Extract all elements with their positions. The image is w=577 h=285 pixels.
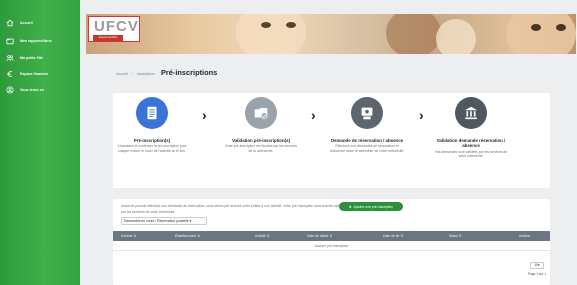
step-title: Validation demande réservation / absence [436,138,506,149]
breadcrumb: Accueil › Inscriptions Pré-inscriptions [116,68,218,77]
sidebar-item-finance[interactable]: Espace financier [6,68,49,80]
sidebar-item-reports[interactable]: Mes rapports/liens [6,35,52,47]
user-circle-icon [6,86,14,94]
euro-icon [6,70,14,78]
column-header[interactable]: Activité ⇅ [255,231,270,241]
intro-text: Avant de pouvoir effectuer une demande d… [121,204,345,214]
chevron-right-icon: › [419,107,424,123]
document-icon [136,97,168,129]
calendar-person-icon [351,97,383,129]
chevron-down-icon: ▾ [189,219,192,223]
page-title: Pré-inscriptions [160,68,218,77]
step-reservation-request: Demande de réservation / absence Effectu… [329,97,405,154]
pagination-info: Page 1 sur 1 [527,272,546,276]
step-title: Validation pré-inscription(s) [231,138,291,143]
step-description: Votre pré-inscription est étudiée par le… [224,144,298,153]
table-header: Enfants ⇅ Établissement ⇅ Activité ⇅ Dat… [113,231,550,241]
breadcrumb-home[interactable]: Accueil [116,72,128,76]
sidebar-item-family[interactable]: Ma petite fille [6,52,43,64]
step-description: Effectuez vos demandes de réservation et… [329,144,405,153]
column-header[interactable]: Date de fin ⇅ [383,231,403,241]
folder-check-icon [245,97,277,129]
breadcrumb-section[interactable]: Inscriptions [137,72,155,76]
people-icon [6,54,14,62]
preinscriptions-card: Avant de pouvoir effectuer une demande d… [113,199,550,285]
step-title: Pré-inscription(s) [133,138,171,143]
step-preinscription: Pré-inscription(s) Choisissez et confirm… [114,97,190,154]
plus-circle-icon: ⊕ [348,204,352,209]
step-title: Demande de réservation / absence [330,138,404,143]
header-banner: UFCV Espace familles [86,14,576,54]
sidebar-item-label: Mes rapports/liens [20,39,52,43]
home-icon [6,19,14,27]
column-header[interactable]: Établissement ⇅ [175,231,200,241]
step-description: Vos demandes sont validées par les servi… [434,149,508,159]
step-reservation-validation: Validation demande réservation / absence… [433,97,509,159]
chevron-down-icon: ▾ [538,263,540,267]
step-validation-preinscription: Validation pré-inscription(s) Votre pré-… [223,97,299,154]
steps-card: Pré-inscription(s) Choisissez et confirm… [113,93,550,188]
folder-icon [6,37,14,45]
table-empty-row: Aucune pré-inscription [113,242,550,251]
ufcv-logo[interactable]: UFCV Espace familles [88,16,140,42]
sidebar: Accueil Mes rapports/liens Ma petite fil… [0,0,80,285]
sidebar-item-label: Accueil [20,21,33,25]
chevron-right-icon: › [311,107,316,123]
sidebar-item-label: Espace financier [20,72,49,76]
column-header: Actions [519,234,531,238]
column-header[interactable]: Enfants ⇅ [121,231,136,241]
column-header[interactable]: Date de début ⇅ [307,231,332,241]
column-header[interactable]: Statut ⇅ [449,231,462,241]
status-filter-select[interactable]: Demandes en cours / Réservation possible… [121,217,207,225]
sidebar-item-label: Vous tenez en [20,88,44,92]
step-description: Choisissez et confirmez la pré-inscripti… [117,144,187,153]
sidebar-item-account[interactable]: Vous tenez en [6,84,44,96]
sidebar-item-home[interactable]: Accueil [6,17,33,29]
institution-icon [455,97,487,129]
chevron-right-icon: › [202,107,207,123]
sidebar-item-label: Ma petite fille [20,56,43,60]
add-preinscription-button[interactable]: ⊕ Ajouter une pré-inscription [339,202,403,211]
page-size-select[interactable]: 10▾ [530,262,544,269]
